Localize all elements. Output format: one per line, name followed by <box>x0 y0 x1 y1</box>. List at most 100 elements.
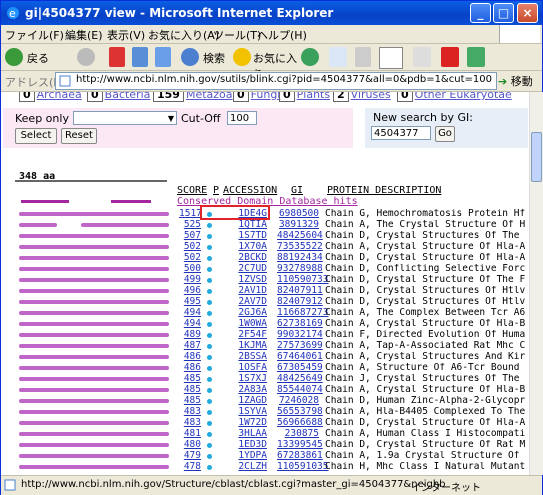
header-description[interactable]: PROTEIN DESCRIPTION <box>327 185 441 196</box>
accession-link[interactable]: 1W72D <box>233 418 267 428</box>
gi-link[interactable]: 93278988 <box>277 264 323 274</box>
accession-link[interactable]: 2C7UD <box>233 264 267 274</box>
score-link[interactable]: 499 <box>179 275 201 285</box>
accession-link[interactable]: 2AV7D <box>233 297 267 307</box>
gi-link[interactable]: 88192434 <box>277 253 323 263</box>
score-link[interactable]: 502 <box>179 253 201 263</box>
gi-link[interactable]: 67464061 <box>277 352 323 362</box>
taxonomy-metazoa[interactable]: 159 Metazoa <box>153 92 233 102</box>
alignment-bar[interactable] <box>19 388 169 392</box>
gi-link[interactable]: 62738169 <box>277 319 323 329</box>
alignment-bar[interactable] <box>19 278 169 282</box>
messenger-icon[interactable] <box>441 47 459 67</box>
gi-link[interactable]: 7246028 <box>277 396 319 406</box>
refresh-icon[interactable] <box>132 47 148 67</box>
gi-link[interactable]: 85544074 <box>277 385 323 395</box>
alignment-bar[interactable] <box>19 311 169 315</box>
alignment-bar[interactable] <box>19 245 169 249</box>
accession-link[interactable]: 1OSFA <box>233 363 267 373</box>
gi-link[interactable]: 48425604 <box>277 231 323 241</box>
score-link[interactable]: 478 <box>179 462 201 472</box>
score-link[interactable]: 479 <box>179 451 201 461</box>
cdd-bar-1[interactable] <box>21 200 69 203</box>
back-button[interactable]: 戻る <box>5 47 63 67</box>
taxonomy-other[interactable]: 0 Other Eukaryotae <box>397 92 512 102</box>
alignment-bar[interactable] <box>19 234 169 238</box>
accession-link[interactable]: 3HLAA <box>233 429 267 439</box>
score-link[interactable]: 485 <box>179 374 201 384</box>
gi-link[interactable]: 27573699 <box>277 341 323 351</box>
minimize-button[interactable]: _ <box>470 3 491 23</box>
accession-link[interactable]: 2CLZH <box>233 462 267 472</box>
structure-dot-icon[interactable] <box>207 311 212 316</box>
structure-dot-icon[interactable] <box>207 278 212 283</box>
gi-link[interactable]: 56966688 <box>277 418 323 428</box>
structure-dot-icon[interactable] <box>207 344 212 349</box>
gi-link[interactable]: 6980500 <box>277 209 319 219</box>
stop-icon[interactable] <box>109 47 125 67</box>
accession-link[interactable]: 1SYVA <box>233 407 267 417</box>
alignment-bar[interactable] <box>19 421 169 425</box>
accession-link[interactable]: 1KJMA <box>233 341 267 351</box>
taxonomy-plants[interactable]: 0 Plants <box>279 92 330 102</box>
menu-favorites[interactable]: お気に入り(A) <box>148 27 219 43</box>
taxonomy-viruses[interactable]: 2 Viruses <box>333 92 391 102</box>
structure-dot-icon[interactable] <box>207 245 212 250</box>
gi-link[interactable]: 82407912 <box>277 297 323 307</box>
close-button[interactable]: × <box>517 3 538 23</box>
structure-dot-icon[interactable] <box>207 454 212 459</box>
accession-link[interactable]: 1S7XJ <box>233 374 267 384</box>
accession-link[interactable]: 1YDPA <box>233 451 267 461</box>
score-link[interactable]: 500 <box>179 264 201 274</box>
score-link[interactable]: 485 <box>179 385 201 395</box>
gi-link[interactable]: 3891329 <box>277 220 319 230</box>
score-link[interactable]: 489 <box>179 330 201 340</box>
header-score[interactable]: SCORE <box>177 185 207 196</box>
menu-help[interactable]: ヘルプ(H) <box>257 27 307 43</box>
structure-dot-icon[interactable] <box>207 443 212 448</box>
gi-link[interactable]: 82407911 <box>277 286 323 296</box>
alignment-bar[interactable] <box>19 344 169 348</box>
score-link[interactable]: 502 <box>179 242 201 252</box>
gi-link[interactable]: 48425649 <box>277 374 323 384</box>
alignment-bar[interactable] <box>19 377 169 381</box>
accession-link[interactable]: 2GJ6A <box>233 308 267 318</box>
score-link[interactable]: 525 <box>179 220 201 230</box>
accession-link[interactable]: 1QTIA <box>233 220 267 230</box>
structure-dot-icon[interactable] <box>207 421 212 426</box>
alignment-bar[interactable] <box>19 410 169 414</box>
structure-dot-icon[interactable] <box>207 410 212 415</box>
gi-link[interactable]: 116687273 <box>277 308 328 318</box>
alignment-bar[interactable] <box>19 212 169 216</box>
score-link[interactable]: 495 <box>179 297 201 307</box>
alignment-bar[interactable] <box>19 322 169 326</box>
accession-link[interactable]: 2AV1D <box>233 286 267 296</box>
score-link[interactable]: 485 <box>179 396 201 406</box>
structure-dot-icon[interactable] <box>207 377 212 382</box>
score-link[interactable]: 507 <box>179 231 201 241</box>
go-button[interactable]: ➔ 移動 <box>498 73 533 89</box>
structure-dot-icon[interactable] <box>207 388 212 393</box>
alignment-bar[interactable] <box>19 267 169 271</box>
alignment-bar[interactable] <box>19 289 169 293</box>
alignment-bar[interactable] <box>19 443 169 447</box>
gi-link[interactable]: 110591035 <box>277 462 328 472</box>
menu-file[interactable]: ファイル(F) <box>5 27 64 43</box>
accession-link[interactable]: 1W0WA <box>233 319 267 329</box>
mail-icon[interactable] <box>329 47 347 67</box>
cutoff-input[interactable]: 100 <box>227 111 257 125</box>
keep-only-select[interactable]: ▼ <box>73 111 177 125</box>
reset-button[interactable]: Reset <box>61 128 97 144</box>
accession-link[interactable]: 2BSSA <box>233 352 267 362</box>
gi-link[interactable]: 67305459 <box>277 363 323 373</box>
accession-link[interactable]: 2A83A <box>233 385 267 395</box>
home-icon[interactable] <box>155 47 171 67</box>
title-bar[interactable]: e gi|4504377 view - Microsoft Internet E… <box>1 1 542 25</box>
scroll-thumb[interactable] <box>531 132 542 182</box>
structure-dot-icon[interactable] <box>207 267 212 272</box>
word-icon[interactable] <box>379 47 403 69</box>
accession-link[interactable]: 1ED3D <box>233 440 267 450</box>
gi-link[interactable]: 230875 <box>277 429 319 439</box>
print-icon[interactable] <box>355 47 371 67</box>
vertical-scrollbar[interactable] <box>529 92 543 475</box>
